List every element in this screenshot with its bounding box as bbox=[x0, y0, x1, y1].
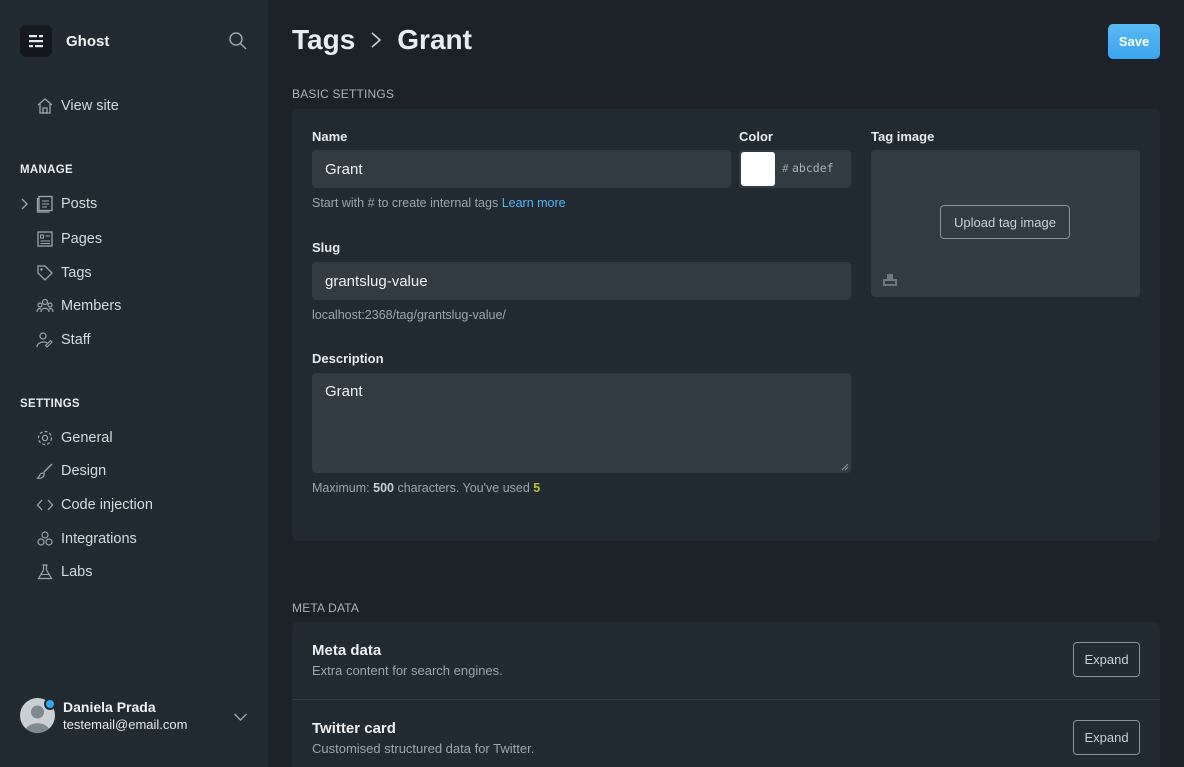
page-title: Grant bbox=[397, 24, 472, 55]
sidebar-item-label: Pages bbox=[61, 231, 103, 247]
slug-label: Slug bbox=[312, 240, 341, 255]
tag-image-label: Tag image bbox=[871, 129, 935, 144]
description-textarea[interactable]: Grant bbox=[312, 373, 851, 473]
used-count: 5 bbox=[533, 481, 541, 495]
sidebar-item-label: Staff bbox=[61, 332, 91, 348]
sidebar-item-label: Integrations bbox=[61, 531, 137, 547]
max-mid: characters. You've used bbox=[393, 481, 534, 495]
sidebar-item-label: Design bbox=[61, 463, 107, 479]
manage-label: MANAGE bbox=[20, 164, 73, 176]
user-email: testemail@email.com bbox=[63, 717, 188, 732]
sidebar-item-tags[interactable]: Tags bbox=[36, 263, 92, 283]
twitter-card-desc: Customised structured data for Twitter. bbox=[312, 741, 535, 756]
sidebar-item-label: Members bbox=[61, 298, 122, 314]
flask-icon bbox=[37, 564, 53, 580]
basic-settings-card: Name Grant Start with # to create intern… bbox=[292, 109, 1160, 541]
name-hint-text: Start with # to create internal tags bbox=[312, 196, 502, 210]
user-menu[interactable]: Daniela Prada testemail@email.com bbox=[20, 698, 187, 733]
twitter-card-expand-button[interactable]: Expand bbox=[1073, 720, 1140, 755]
meta-data-row: Meta data Extra content for search engin… bbox=[292, 622, 1160, 700]
brush-icon bbox=[36, 463, 53, 479]
meta-card: Meta data Extra content for search engin… bbox=[292, 622, 1160, 767]
chevron-right-icon[interactable] bbox=[19, 198, 29, 210]
sidebar-item-label: Labs bbox=[61, 564, 93, 580]
tag-icon bbox=[37, 265, 53, 281]
sidebar-item-label: Code injection bbox=[61, 497, 153, 513]
brand-name: Ghost bbox=[66, 32, 110, 50]
save-button[interactable]: Save bbox=[1108, 24, 1160, 59]
meta-data-label: META DATA bbox=[292, 601, 360, 615]
name-input[interactable]: Grant bbox=[312, 150, 731, 188]
meta-data-desc: Extra content for search engines. bbox=[312, 663, 503, 678]
sidebar: Ghost View site MANAGE Posts Pages Tags … bbox=[0, 0, 268, 767]
breadcrumb-tags-link[interactable]: Tags bbox=[292, 24, 355, 56]
upload-tag-image-button[interactable]: Upload tag image bbox=[940, 205, 1070, 239]
sidebar-item-posts[interactable]: Posts bbox=[36, 194, 97, 214]
home-icon bbox=[37, 98, 53, 114]
sidebar-item-label: Posts bbox=[61, 196, 98, 212]
status-dot bbox=[44, 698, 56, 710]
brand[interactable]: Ghost bbox=[20, 25, 109, 57]
sidebar-item-pages[interactable]: Pages bbox=[36, 229, 102, 249]
name-hint: Start with # to create internal tags Lea… bbox=[312, 196, 566, 210]
sidebar-item-labs[interactable]: Labs bbox=[36, 562, 92, 582]
slug-input[interactable]: grantslug-value bbox=[312, 262, 851, 300]
sidebar-item-label: Tags bbox=[61, 265, 92, 281]
sidebar-item-staff[interactable]: Staff bbox=[36, 330, 91, 350]
meta-data-expand-button[interactable]: Expand bbox=[1073, 642, 1140, 677]
staff-icon bbox=[36, 332, 53, 348]
breadcrumb: Tags Grant bbox=[292, 24, 472, 56]
chevron-down-icon[interactable] bbox=[233, 712, 248, 722]
sidebar-item-design[interactable]: Design bbox=[36, 461, 106, 481]
color-field[interactable]: # abcdef bbox=[739, 150, 851, 188]
slug-url: localhost:2368/tag/grantslug-value/ bbox=[312, 308, 506, 322]
posts-icon bbox=[36, 195, 53, 213]
color-swatch[interactable] bbox=[741, 152, 775, 186]
nav-view-site-label: View site bbox=[61, 98, 119, 114]
sidebar-item-general[interactable]: General bbox=[36, 428, 113, 448]
max-value: 500 bbox=[373, 481, 394, 495]
description-count: Maximum: 500 characters. You've used 5 bbox=[312, 481, 540, 495]
code-icon bbox=[36, 499, 54, 511]
sidebar-item-code-injection[interactable]: Code injection bbox=[36, 495, 153, 515]
basic-settings-label: BASIC SETTINGS bbox=[292, 87, 395, 101]
ghost-logo-icon bbox=[20, 25, 52, 57]
color-hash: # bbox=[782, 162, 789, 175]
integrations-icon bbox=[37, 531, 53, 546]
color-input[interactable]: abcdef bbox=[792, 161, 834, 175]
sidebar-item-members[interactable]: Members bbox=[36, 296, 121, 316]
nav-view-site[interactable]: View site bbox=[36, 96, 119, 116]
color-label: Color bbox=[739, 129, 773, 144]
twitter-card-title: Twitter card bbox=[312, 720, 396, 737]
sidebar-item-integrations[interactable]: Integrations bbox=[36, 529, 137, 549]
gear-icon bbox=[37, 430, 53, 446]
resize-handle-icon[interactable] bbox=[841, 463, 849, 471]
chevron-right-icon bbox=[371, 32, 382, 48]
name-label: Name bbox=[312, 129, 348, 144]
max-prefix: Maximum: bbox=[312, 481, 374, 495]
learn-more-link[interactable]: Learn more bbox=[502, 196, 566, 210]
meta-data-title: Meta data bbox=[312, 642, 382, 659]
user-name: Daniela Prada bbox=[63, 699, 156, 715]
sidebar-item-label: General bbox=[61, 430, 113, 446]
main-content: Tags Grant Save BASIC SETTINGS Name Gran… bbox=[268, 0, 1184, 767]
description-label: Description bbox=[312, 351, 384, 366]
image-icon bbox=[883, 274, 897, 286]
description-value: Grant bbox=[325, 383, 363, 400]
settings-label: SETTINGS bbox=[20, 398, 80, 410]
twitter-card-row: Twitter card Customised structured data … bbox=[292, 700, 1160, 767]
pages-icon bbox=[37, 231, 53, 247]
search-icon[interactable] bbox=[228, 31, 248, 51]
members-icon bbox=[36, 298, 54, 313]
tag-image-dropzone[interactable]: Upload tag image bbox=[871, 150, 1140, 297]
